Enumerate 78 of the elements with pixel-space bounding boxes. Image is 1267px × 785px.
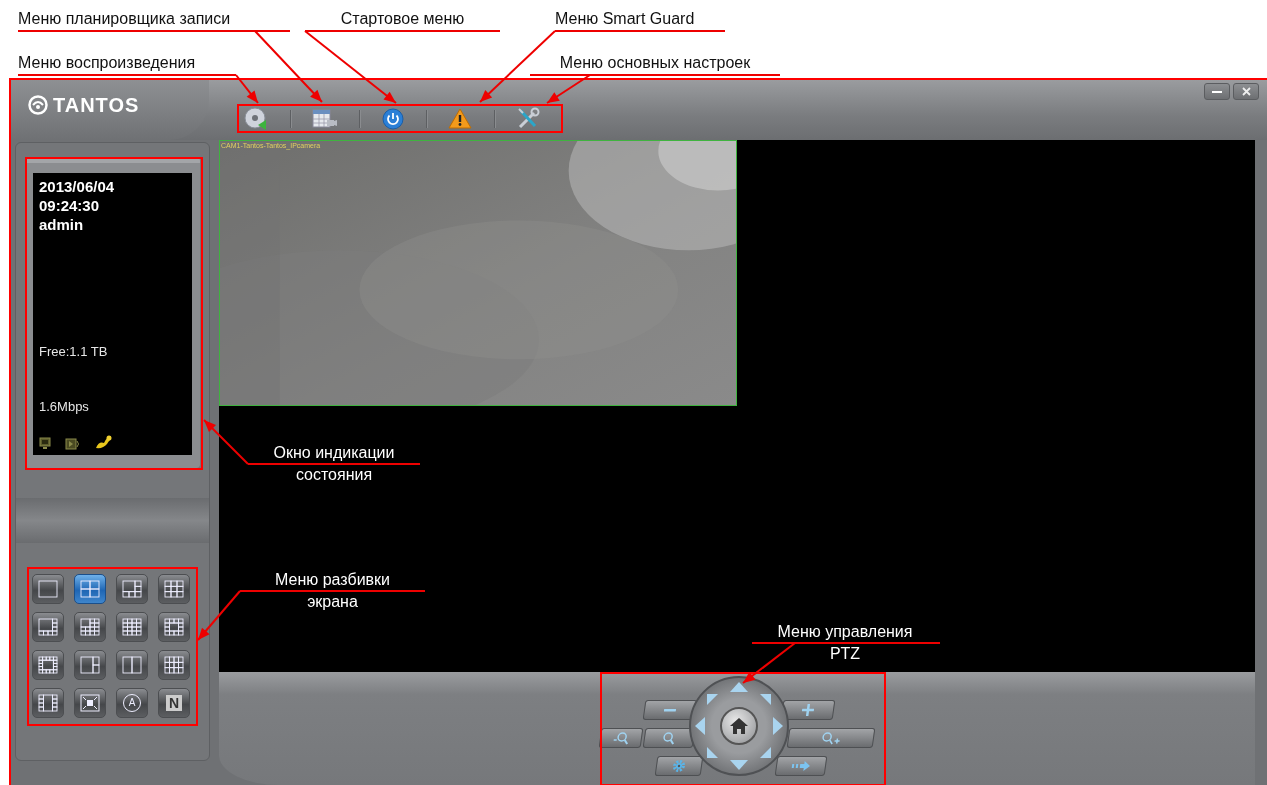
playback-button[interactable] xyxy=(244,107,269,130)
layout-button[interactable] xyxy=(116,612,148,642)
home-button[interactable] xyxy=(720,707,758,745)
speaker-icon xyxy=(65,438,81,450)
layout-button[interactable] xyxy=(74,688,106,718)
gear-icon xyxy=(671,759,687,773)
layout-button[interactable]: N xyxy=(158,688,190,718)
plus-icon xyxy=(801,704,815,716)
down-arrow-icon[interactable] xyxy=(730,760,748,770)
home-icon xyxy=(730,718,748,734)
layout-button[interactable] xyxy=(158,650,190,680)
focus-in-button[interactable] xyxy=(786,728,876,748)
layout-button[interactable] xyxy=(116,650,148,680)
fullscreen-icon xyxy=(79,693,101,713)
user-text: admin xyxy=(39,215,85,234)
grid-icon xyxy=(121,617,143,637)
grid-icon xyxy=(163,579,185,599)
grid-icon xyxy=(37,693,59,713)
manual-label: N xyxy=(165,695,183,711)
annotation-label: Меню управления PTZ xyxy=(776,622,914,664)
layout-button[interactable] xyxy=(32,574,64,604)
arrow-right-icon xyxy=(790,761,812,771)
grid-icon xyxy=(121,655,143,675)
grid-icon xyxy=(79,655,101,675)
grid-icon xyxy=(37,655,59,675)
annotation-label: Меню Smart Guard xyxy=(555,9,696,29)
zoom-out-button[interactable] xyxy=(642,700,698,720)
start-button[interactable] xyxy=(380,107,405,130)
layout-button[interactable] xyxy=(74,574,106,604)
settings-button[interactable] xyxy=(654,756,704,776)
grid-icon xyxy=(37,617,59,637)
grid-icon xyxy=(37,579,59,599)
monitor-icon xyxy=(39,437,51,450)
annotation-label: Меню разбивки экрана xyxy=(274,570,391,612)
scheduler-button[interactable] xyxy=(311,107,338,130)
layout-button[interactable] xyxy=(32,688,64,718)
magnifier-icon xyxy=(820,731,842,745)
close-button[interactable] xyxy=(1233,83,1259,100)
left-arrow-icon[interactable] xyxy=(695,717,705,735)
layout-button[interactable] xyxy=(74,650,106,680)
layout-button[interactable] xyxy=(32,650,64,680)
layout-button[interactable] xyxy=(158,612,190,642)
next-button[interactable] xyxy=(774,756,828,776)
free-space-text: Free:1.1 TB xyxy=(39,344,109,359)
layout-button[interactable] xyxy=(74,612,106,642)
layout-button[interactable]: A xyxy=(116,688,148,718)
grid-icon xyxy=(163,655,185,675)
annotation-label: Меню планировщика записи xyxy=(18,9,232,29)
annotation-label: Стартовое меню xyxy=(339,9,466,29)
annotation-label: Меню основных настроек xyxy=(558,53,752,73)
power-icon xyxy=(381,107,404,130)
calendar-icon xyxy=(311,107,338,130)
magnifier-icon xyxy=(612,731,630,745)
minus-icon xyxy=(663,708,677,712)
grid-icon xyxy=(121,579,143,599)
grid-icon xyxy=(79,617,101,637)
annotation-label: Окно индикации состояния xyxy=(272,443,396,485)
bitrate-text: 1.6Mbps xyxy=(39,399,90,414)
logo-text: TANTOS xyxy=(53,93,140,117)
logo-icon xyxy=(27,94,49,116)
layout-button[interactable] xyxy=(32,612,64,642)
disc-icon xyxy=(244,106,269,131)
magnifier-icon xyxy=(661,731,677,745)
tools-icon xyxy=(515,106,540,131)
time-text: 09:24:30 xyxy=(39,196,101,215)
close-icon xyxy=(1241,87,1251,96)
layout-button[interactable] xyxy=(116,574,148,604)
annotation-label: Меню воспроизведения xyxy=(18,53,197,73)
grid-icon xyxy=(79,579,101,599)
date-text: 2013/06/04 xyxy=(39,177,116,196)
minimize-button[interactable] xyxy=(1204,83,1230,100)
right-arrow-icon[interactable] xyxy=(773,717,783,735)
smart-guard-button[interactable] xyxy=(447,107,473,130)
up-arrow-icon[interactable] xyxy=(730,682,748,692)
settings-button[interactable] xyxy=(515,107,540,130)
grid-icon xyxy=(163,617,185,637)
warning-icon xyxy=(448,108,473,129)
layout-button[interactable] xyxy=(158,574,190,604)
